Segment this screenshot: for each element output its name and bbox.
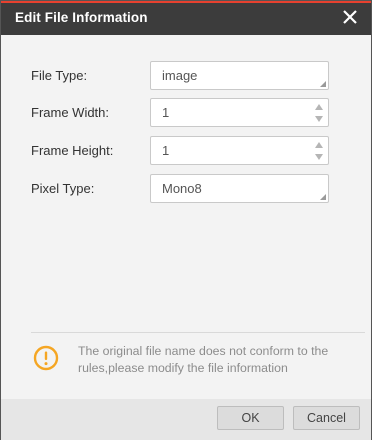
close-button[interactable] — [339, 6, 361, 28]
file-type-value: image — [162, 68, 198, 83]
frame-height-value: 1 — [162, 143, 170, 158]
pixel-type-label: Pixel Type: — [31, 181, 95, 196]
dialog-title: Edit File Information — [15, 10, 148, 25]
divider — [31, 332, 365, 333]
pixel-type-select[interactable]: Mono8 — [150, 174, 329, 203]
pixel-type-row: Pixel Type: Mono8 — [31, 174, 331, 204]
spin-down-icon[interactable] — [314, 115, 324, 123]
frame-height-spinbox[interactable]: 1 — [150, 136, 329, 165]
frame-height-row: Frame Height: 1 — [31, 136, 331, 166]
dropdown-corner-icon — [320, 194, 326, 200]
frame-width-label: Frame Width: — [31, 105, 110, 120]
frame-width-value: 1 — [162, 105, 170, 120]
title-accent-line — [1, 1, 371, 3]
notice-message: The original file name does not conform … — [78, 344, 329, 375]
button-bar: OK Cancel — [1, 399, 371, 440]
warning-icon — [33, 345, 59, 371]
dropdown-corner-icon — [320, 81, 326, 87]
spin-up-icon[interactable] — [314, 141, 324, 149]
file-type-row: File Type: image — [31, 61, 331, 91]
ok-button[interactable]: OK — [217, 406, 284, 430]
frame-width-row: Frame Width: 1 — [31, 98, 331, 128]
pixel-type-value: Mono8 — [162, 181, 202, 196]
spin-down-icon[interactable] — [314, 153, 324, 161]
file-type-select[interactable]: image — [150, 61, 329, 90]
close-icon — [343, 10, 357, 24]
edit-file-info-dialog: Edit File Information File Type: image F… — [0, 0, 372, 440]
title-bar: Edit File Information — [1, 1, 371, 35]
cancel-button[interactable]: Cancel — [293, 406, 360, 430]
frame-width-spinbox[interactable]: 1 — [150, 98, 329, 127]
frame-height-label: Frame Height: — [31, 143, 114, 158]
spin-up-icon[interactable] — [314, 103, 324, 111]
file-type-label: File Type: — [31, 68, 88, 83]
